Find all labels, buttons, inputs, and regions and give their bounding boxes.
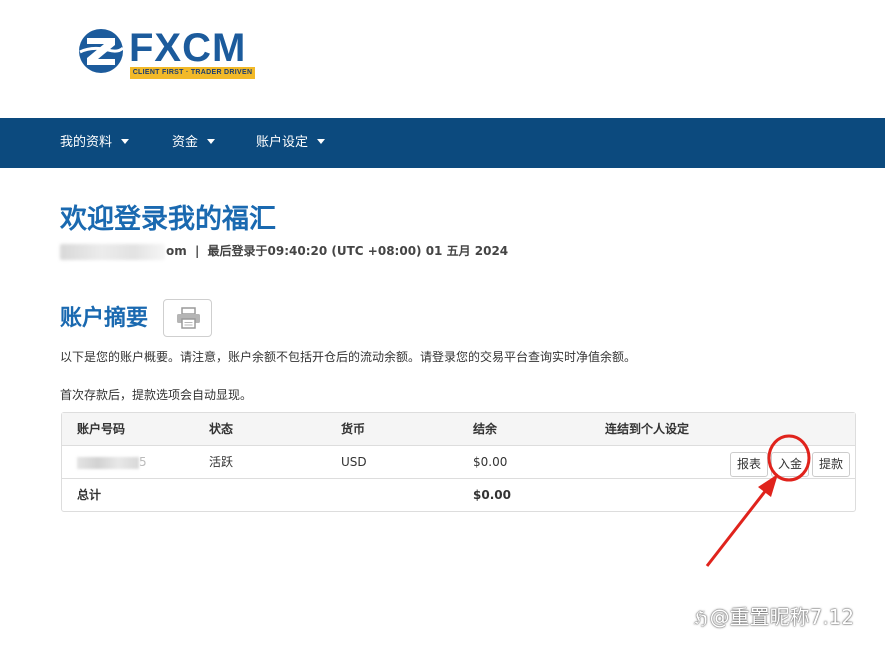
statement-button[interactable]: 报表 [730,452,768,477]
nav-funds[interactable]: 资金 [172,118,216,168]
nav-account-settings[interactable]: 账户设定 [256,118,326,168]
summary-description: 以下是您的账户概要。请注意，账户余额不包括开仓后的流动余额。请登录您的交易平台查… [60,350,637,364]
redacted-email [60,243,165,260]
total-label: 总计 [77,488,102,502]
deposit-button[interactable]: 入金 [771,452,809,477]
table-header: 账户号码 状态 货币 结余 连结到个人设定 [62,413,855,446]
email-suffix: om [166,244,187,258]
account-balance: $0.00 [473,455,508,469]
login-info: om | 最后登录于09:40:20 (UTC +08:00) 01 五月 20… [60,242,508,260]
account-number-suffix: 5 [139,455,147,469]
chevron-down-icon [317,139,326,144]
withdraw-button[interactable]: 提款 [812,452,850,477]
account-number: 5 [77,446,147,479]
site-header: FXCM CLIENT FIRST · TRADER DRIVEN [0,0,885,118]
zhihu-watermark-icon: ℌ [694,608,708,629]
withdraw-note: 首次存款后，提款选项会自动显现。 [60,388,253,402]
col-status: 状态 [209,422,234,436]
fxcm-logo[interactable]: FXCM CLIENT FIRST · TRADER DRIVEN [78,26,263,82]
logo-tagline: CLIENT FIRST · TRADER DRIVEN [130,67,255,79]
col-account-number: 账户号码 [77,422,126,436]
col-balance: 结余 [473,422,498,436]
nav-my-profile[interactable]: 我的资料 [60,118,130,168]
printer-icon [177,307,200,329]
table-total-row: 总计 $0.00 [62,479,855,511]
total-balance: $0.00 [473,488,511,502]
summary-title: 账户摘要 [60,306,149,331]
watermark: ℌ @重置昵称7.12 [694,603,854,631]
main-nav: 我的资料 资金 账户设定 [0,118,885,168]
redacted-account-number [77,456,139,469]
col-link-profile: 连结到个人设定 [605,422,690,436]
chevron-down-icon [207,139,216,144]
nav-account-settings-label: 账户设定 [256,135,309,150]
last-login-text: 最后登录于09:40:20 (UTC +08:00) 01 五月 2024 [207,244,509,258]
table-row: 5 活跃 USD $0.00 报表 入金 提款 [62,446,855,479]
account-currency: USD [341,455,367,469]
chevron-down-icon [121,139,130,144]
nav-my-profile-label: 我的资料 [60,135,113,150]
print-button[interactable] [163,299,212,337]
nav-funds-label: 资金 [172,135,199,150]
page-title: 欢迎登录我的福汇 [60,204,276,235]
logo-wordmark: FXCM [129,26,247,70]
fxcm-logo-mark-icon [79,29,124,73]
info-separator: | [194,244,200,258]
account-status: 活跃 [209,455,234,469]
watermark-text: @重置昵称7.12 [709,605,855,629]
accounts-table: 账户号码 状态 货币 结余 连结到个人设定 5 活跃 USD $0.00 报表 … [61,412,856,512]
col-currency: 货币 [341,422,366,436]
